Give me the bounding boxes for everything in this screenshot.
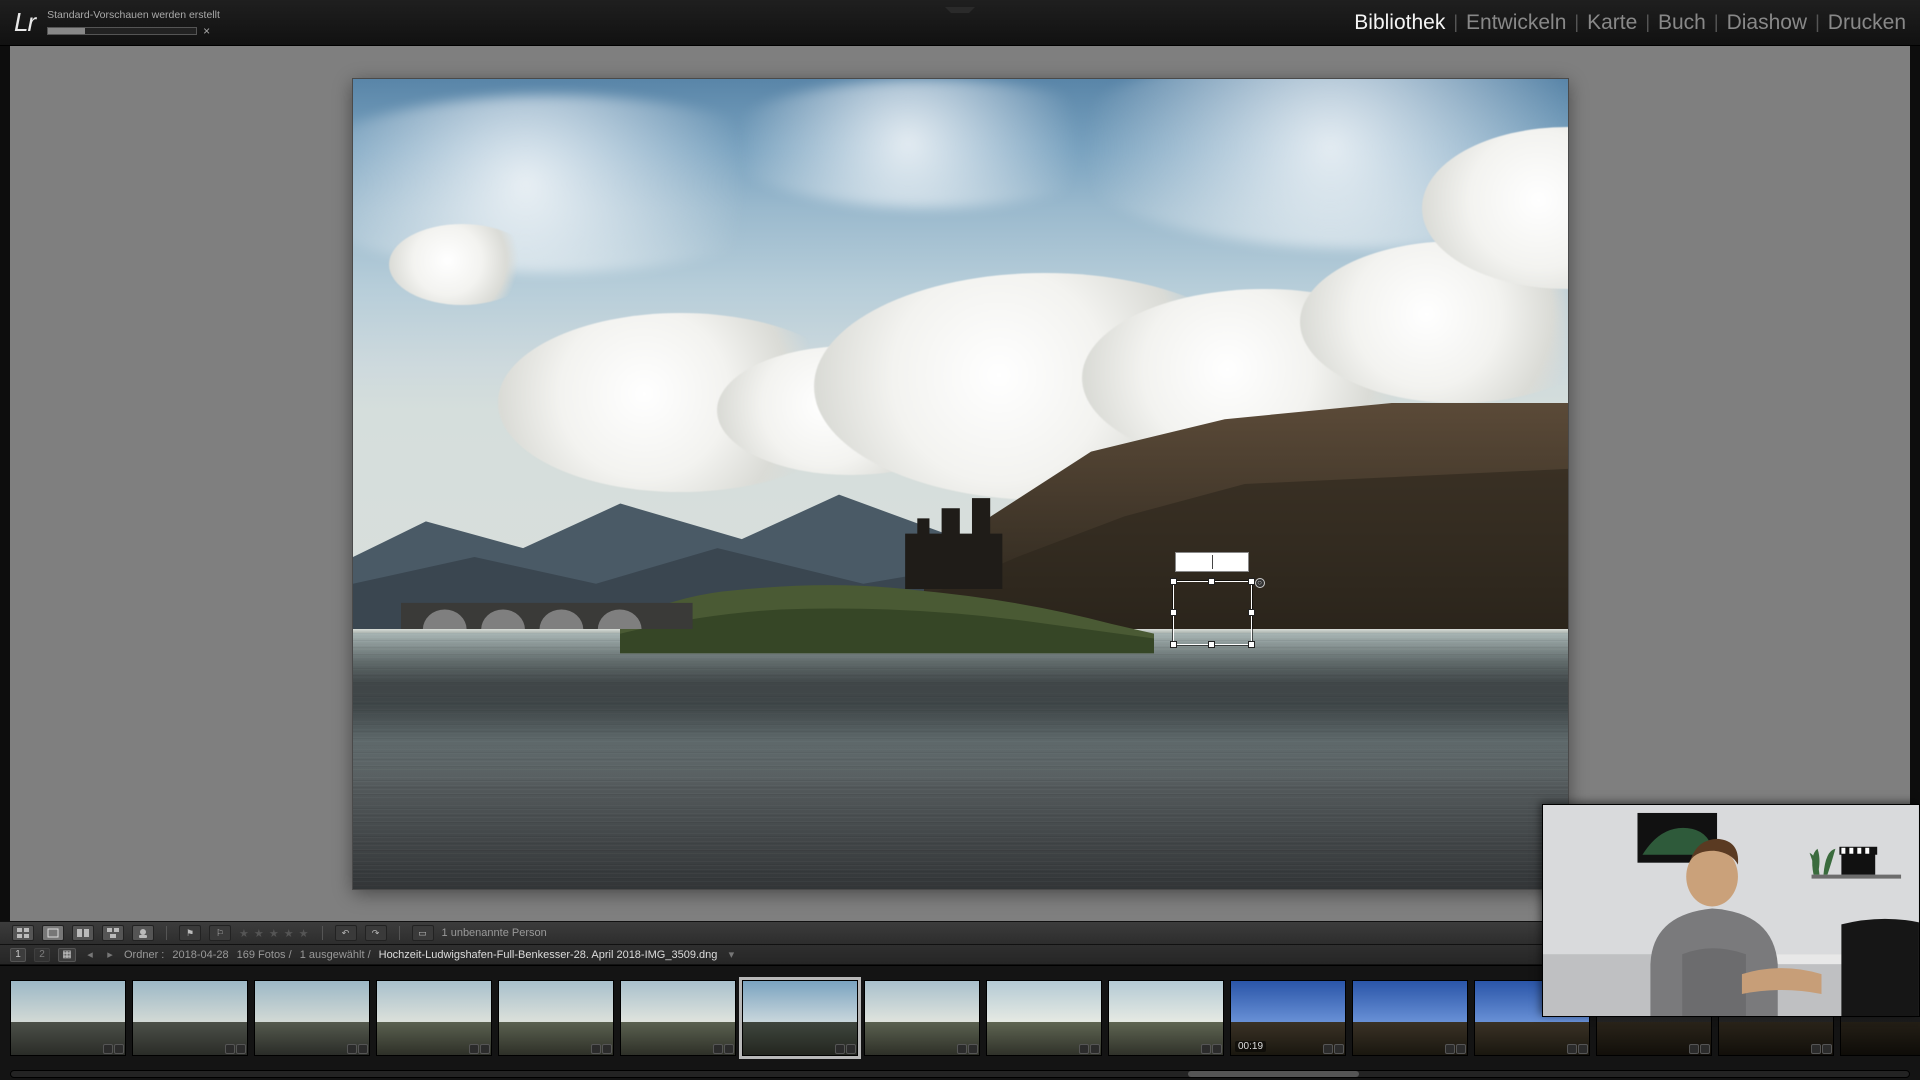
progress-cancel-button[interactable]: × — [203, 24, 210, 38]
crumb-prefix: Ordner : — [124, 949, 164, 961]
rating-stars[interactable]: ★ ★ ★ ★ ★ — [239, 927, 310, 940]
filmstrip-thumb[interactable]: • • • — [742, 980, 858, 1056]
module-karte[interactable]: Karte — [1587, 11, 1637, 35]
crumb-menu-button[interactable]: ▾ — [725, 948, 737, 961]
rotate-ccw-button[interactable]: ↶ — [335, 925, 357, 941]
rotate-cw-button[interactable]: ↷ — [365, 925, 387, 941]
grid-toggle-button[interactable]: ▦ — [58, 948, 76, 962]
resize-handle[interactable] — [1208, 641, 1215, 648]
filmstrip-thumb[interactable]: • • • — [376, 980, 492, 1056]
main-photo[interactable]: ○ — [353, 79, 1568, 889]
module-buch[interactable]: Buch — [1658, 11, 1706, 35]
crumb-filename: Hochzeit-Ludwigshafen-Full-Benkesser-28.… — [379, 949, 718, 961]
draw-face-button[interactable]: ▭ — [412, 925, 434, 941]
crumb-count: 169 Fotos / — [237, 949, 292, 961]
webcam-overlay — [1542, 804, 1920, 1017]
people-view-button[interactable] — [132, 925, 154, 941]
resize-handle[interactable] — [1248, 641, 1255, 648]
filmstrip-thumb[interactable]: • • • — [498, 980, 614, 1056]
resize-handle[interactable] — [1170, 609, 1177, 616]
grid-view-button[interactable] — [12, 925, 34, 941]
progress-bar — [47, 27, 197, 35]
flag-reject-button[interactable]: ⚐ — [209, 925, 231, 941]
top-bar: Lr Standard-Vorschauen werden erstellt ×… — [0, 0, 1920, 46]
loupe-view-button[interactable] — [42, 925, 64, 941]
face-delete-button[interactable]: ○ — [1255, 578, 1265, 588]
resize-handle[interactable] — [1170, 641, 1177, 648]
main-window-button[interactable]: 1 — [10, 948, 26, 962]
preview-progress: Standard-Vorschauen werden erstellt × — [47, 9, 220, 38]
module-bibliothek[interactable]: Bibliothek — [1354, 11, 1445, 35]
compare-view-button[interactable] — [72, 925, 94, 941]
module-diashow[interactable]: Diashow — [1727, 11, 1808, 35]
filmstrip-thumb[interactable]: • • • — [132, 980, 248, 1056]
resize-handle[interactable] — [1248, 609, 1255, 616]
second-window-button[interactable]: 2 — [34, 948, 50, 962]
module-entwickeln[interactable]: Entwickeln — [1466, 11, 1566, 35]
nav-fwd-button[interactable]: ▸ — [104, 948, 116, 961]
filmstrip-thumb[interactable]: • • • — [986, 980, 1102, 1056]
module-switcher: Bibliothek | Entwickeln | Karte | Buch |… — [1354, 11, 1906, 35]
survey-view-button[interactable] — [102, 925, 124, 941]
window-handle-bottom — [946, 1074, 974, 1080]
resize-handle[interactable] — [1208, 578, 1215, 585]
nav-back-button[interactable]: ◂ — [84, 948, 96, 961]
flag-pick-button[interactable]: ⚑ — [179, 925, 201, 941]
loupe-view[interactable]: ○ — [0, 46, 1920, 921]
filmstrip-thumb[interactable]: • • • — [254, 980, 370, 1056]
crumb-folder[interactable]: 2018-04-28 — [172, 949, 228, 961]
module-drucken[interactable]: Drucken — [1828, 11, 1906, 35]
filmstrip-thumb[interactable]: • • • — [1108, 980, 1224, 1056]
filmstrip-thumb[interactable]: • • • — [1352, 980, 1468, 1056]
app-logo: Lr — [14, 7, 35, 38]
face-name-input[interactable] — [1175, 552, 1249, 572]
filmstrip-thumb[interactable]: • • • — [10, 980, 126, 1056]
filmstrip-thumb[interactable]: • • •00:19 — [1230, 980, 1346, 1056]
filmstrip-thumb[interactable]: • • • — [864, 980, 980, 1056]
progress-label: Standard-Vorschauen werden erstellt — [47, 9, 220, 21]
unnamed-person-label: 1 unbenannte Person — [442, 927, 547, 939]
face-region[interactable]: ○ — [1173, 581, 1252, 646]
crumb-selected: 1 ausgewählt / — [300, 949, 371, 961]
resize-handle[interactable] — [1170, 578, 1177, 585]
resize-handle[interactable] — [1248, 578, 1255, 585]
filmstrip-thumb[interactable]: • • • — [620, 980, 736, 1056]
